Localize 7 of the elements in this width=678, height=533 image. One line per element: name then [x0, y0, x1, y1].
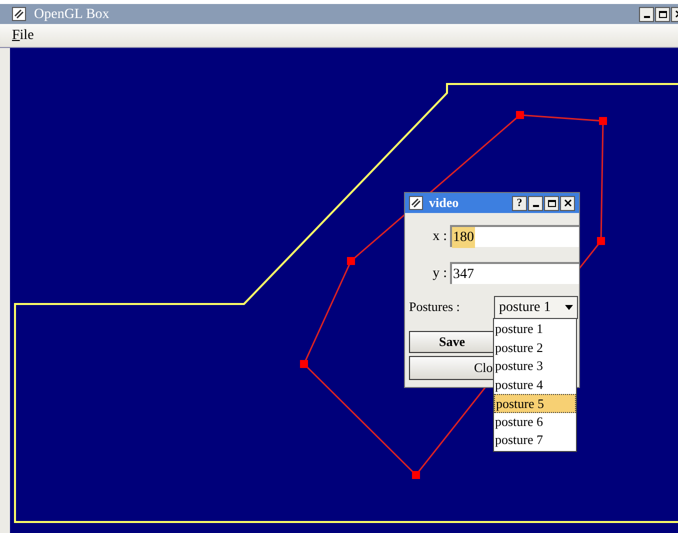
field-label: x :	[432, 228, 447, 246]
dialog-title: video	[429, 194, 460, 212]
window-title: OpenGL Box	[34, 6, 110, 24]
field-value: 180	[452, 226, 475, 248]
field-value: 347	[452, 266, 475, 284]
postures-label: Postures :	[409, 298, 461, 316]
field-label: y :	[432, 264, 447, 282]
